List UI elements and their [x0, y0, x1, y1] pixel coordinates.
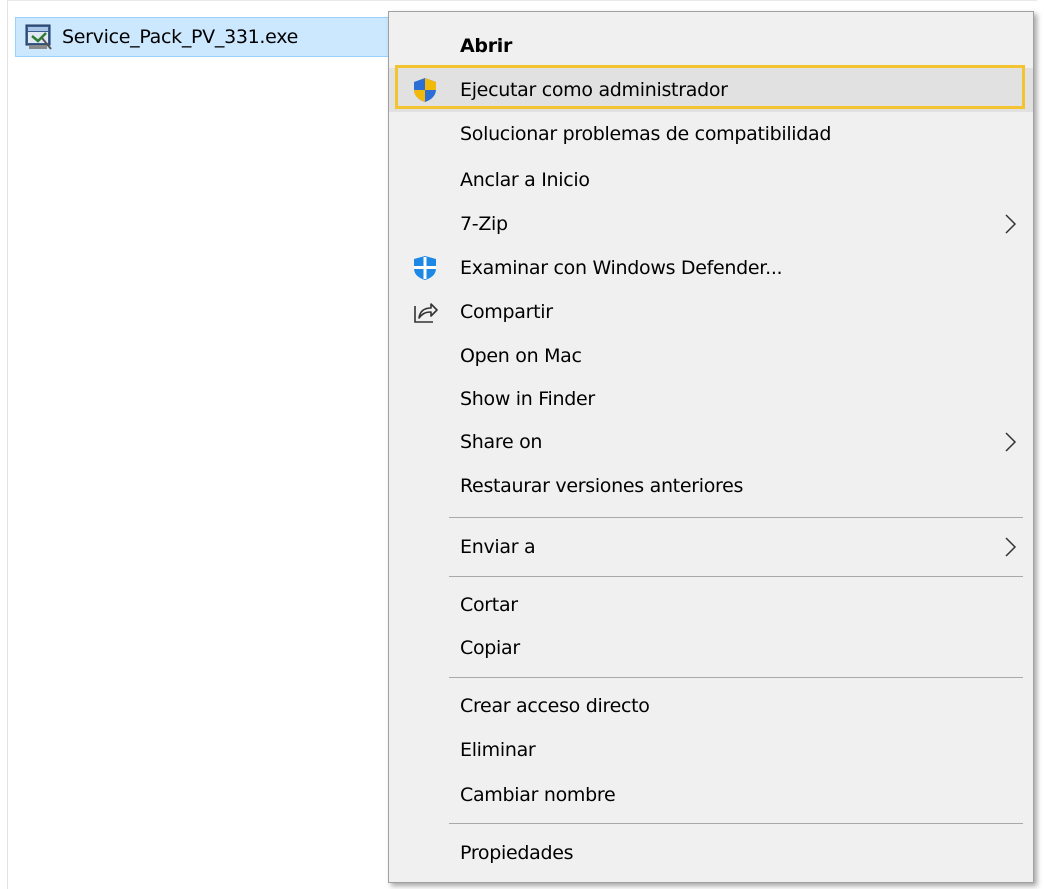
menu-separator: [449, 823, 1023, 824]
menu-item-abrir[interactable]: Abrir: [389, 24, 1033, 68]
share-icon: [414, 303, 438, 323]
selected-file-item[interactable]: Service_Pack_PV_331.exe: [15, 17, 395, 57]
menu-item-examinar-windows-defender[interactable]: Examinar con Windows Defender...: [389, 246, 1033, 290]
windows-defender-icon: [414, 256, 436, 280]
chevron-right-icon: [1005, 432, 1017, 452]
menu-separator: [449, 677, 1023, 678]
menu-item-label: Crear acceso directo: [460, 695, 650, 717]
menu-item-open-on-mac[interactable]: Open on Mac: [389, 334, 1033, 378]
menu-item-crear-acceso-directo[interactable]: Crear acceso directo: [389, 684, 1033, 728]
menu-item-label: Examinar con Windows Defender...: [460, 257, 783, 279]
menu-item-share-on[interactable]: Share on: [389, 420, 1033, 464]
menu-item-copiar[interactable]: Copiar: [389, 626, 1033, 670]
menu-item-solucionar-problemas[interactable]: Solucionar problemas de compatibilidad: [389, 112, 1033, 156]
menu-item-anclar-a-inicio[interactable]: Anclar a Inicio: [389, 158, 1033, 202]
chevron-right-icon: [1005, 214, 1017, 234]
menu-item-label: Open on Mac: [460, 345, 582, 367]
menu-item-label: 7-Zip: [460, 213, 508, 235]
menu-item-label: Eliminar: [460, 739, 536, 761]
menu-item-7-zip[interactable]: 7-Zip: [389, 202, 1033, 246]
menu-separator: [449, 576, 1023, 577]
menu-item-label: Share on: [460, 431, 543, 453]
menu-item-label: Anclar a Inicio: [460, 169, 590, 191]
menu-item-label: Ejecutar como administrador: [460, 79, 728, 101]
menu-item-restaurar-versiones[interactable]: Restaurar versiones anteriores: [389, 464, 1033, 508]
menu-item-label: Copiar: [460, 637, 520, 659]
explorer-pane-top-border: [7, 0, 1037, 1]
chevron-right-icon: [1005, 537, 1017, 557]
menu-separator: [449, 517, 1023, 518]
installer-icon: [25, 24, 52, 50]
menu-item-label: Cortar: [460, 594, 518, 616]
file-name: Service_Pack_PV_331.exe: [62, 26, 298, 48]
menu-item-ejecutar-como-administrador[interactable]: Ejecutar como administrador: [389, 68, 1033, 112]
menu-item-label: Solucionar problemas de compatibilidad: [460, 123, 832, 145]
menu-item-cambiar-nombre[interactable]: Cambiar nombre: [389, 773, 1033, 817]
uac-shield-icon: [414, 78, 436, 102]
menu-item-label: Abrir: [460, 35, 513, 57]
menu-item-label: Compartir: [460, 301, 553, 323]
menu-item-eliminar[interactable]: Eliminar: [389, 728, 1033, 772]
menu-item-propiedades[interactable]: Propiedades: [389, 831, 1033, 875]
menu-item-enviar-a[interactable]: Enviar a: [389, 525, 1033, 569]
menu-item-show-in-finder[interactable]: Show in Finder: [389, 377, 1033, 421]
context-menu: Abrir Ejecutar como administrador Soluci…: [388, 11, 1034, 883]
menu-item-label: Restaurar versiones anteriores: [460, 475, 744, 497]
menu-item-label: Propiedades: [460, 842, 574, 864]
explorer-pane-border: [7, 0, 8, 889]
menu-item-label: Show in Finder: [460, 388, 595, 410]
menu-item-label: Enviar a: [460, 536, 536, 558]
menu-item-label: Cambiar nombre: [460, 784, 616, 806]
menu-item-cortar[interactable]: Cortar: [389, 583, 1033, 627]
menu-item-compartir[interactable]: Compartir: [389, 290, 1033, 334]
